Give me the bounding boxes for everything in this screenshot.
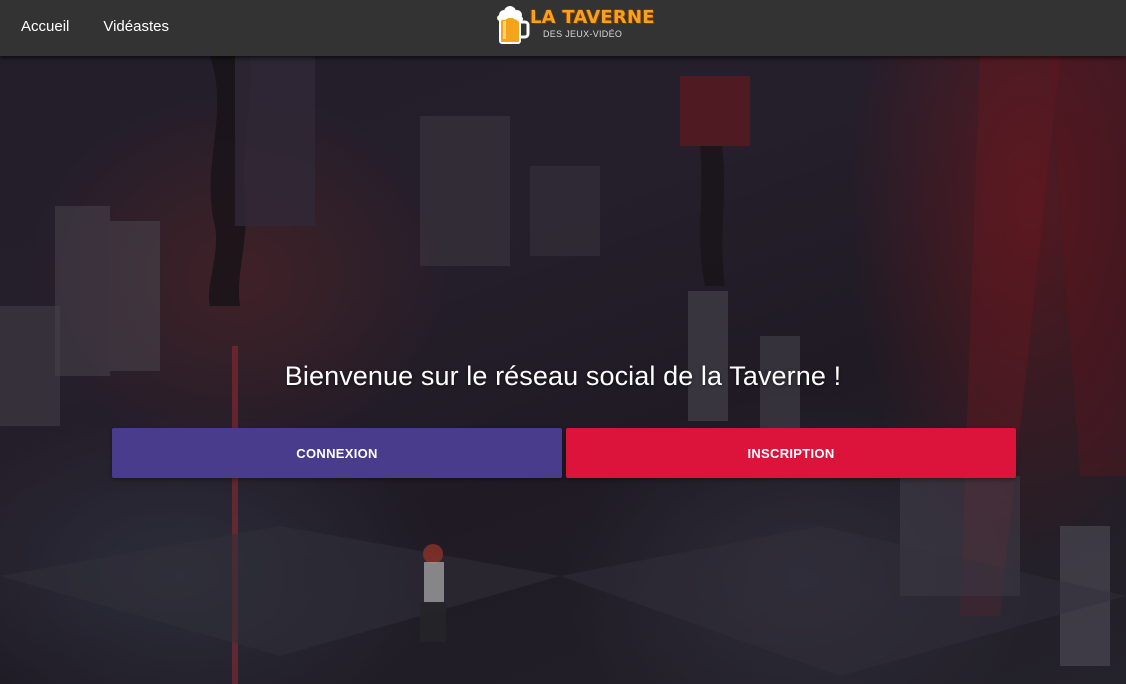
top-navbar: Accueil Vidéastes LA TAVERNE DES JEUX-VI…	[0, 0, 1126, 56]
signup-button[interactable]: INSCRIPTION	[566, 428, 1016, 478]
site-logo[interactable]: LA TAVERNE DES JEUX-VIDÉO	[494, 3, 655, 47]
hero-banner: Bienvenue sur le réseau social de la Tav…	[0, 56, 1126, 684]
logo-title: LA TAVERNE	[530, 7, 655, 28]
login-button[interactable]: CONNEXION	[112, 428, 562, 478]
nav-link-videastes[interactable]: Vidéastes	[90, 18, 182, 35]
welcome-heading: Bienvenue sur le réseau social de la Tav…	[284, 361, 842, 391]
beer-mug-icon	[497, 6, 530, 44]
nav-links: Accueil Vidéastes	[8, 0, 182, 52]
nav-link-accueil[interactable]: Accueil	[8, 18, 82, 35]
logo-subtitle: DES JEUX-VIDÉO	[543, 29, 623, 39]
